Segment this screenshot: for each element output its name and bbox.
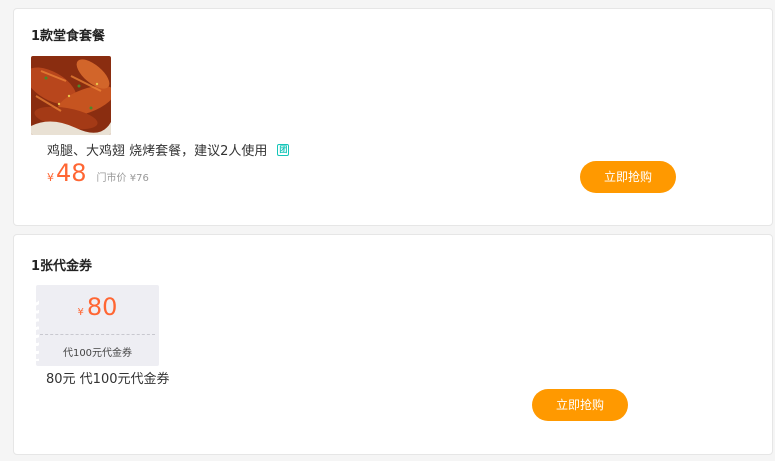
voucher-section-title: 1张代金券: [31, 259, 93, 274]
group-buy-badge-icon: 团: [277, 143, 290, 156]
voucher-buy-now-button[interactable]: 立即抢购: [532, 389, 628, 421]
voucher-divider: [40, 334, 155, 335]
deal-price-row: ¥ 48 门市价 ¥76: [47, 159, 149, 187]
currency-symbol: ¥: [47, 171, 54, 184]
voucher-currency-symbol: ¥: [77, 307, 84, 318]
voucher-price: ¥80: [36, 293, 159, 321]
deal-description-text: 鸡腿、大鸡翅 烧烤套餐，建议2人使用: [47, 144, 268, 159]
deal-description: 鸡腿、大鸡翅 烧烤套餐，建议2人使用 团: [47, 140, 290, 159]
original-price: 门市价 ¥76: [96, 173, 149, 184]
deal-price: 48: [56, 159, 87, 187]
buy-now-button[interactable]: 立即抢购: [580, 161, 676, 193]
dine-in-deal-card: 1款堂食套餐 鸡腿、大鸡翅 烧烤套餐，建议2人使用 团 ¥ 48 门市价 ¥76…: [13, 8, 773, 226]
voucher-price-value: 80: [86, 293, 118, 321]
dine-in-section-title: 1款堂食套餐: [31, 29, 106, 44]
voucher-description: 80元 代100元代金券: [46, 372, 170, 387]
food-photo-image[interactable]: [31, 56, 111, 135]
voucher-label: 代100元代金券: [62, 348, 133, 359]
voucher-ticket[interactable]: ¥80 代100元代金券: [33, 285, 159, 366]
voucher-deal-card: 1张代金券 ¥80 代100元代金券 80元 代100元代金券 立即抢购: [13, 234, 773, 455]
